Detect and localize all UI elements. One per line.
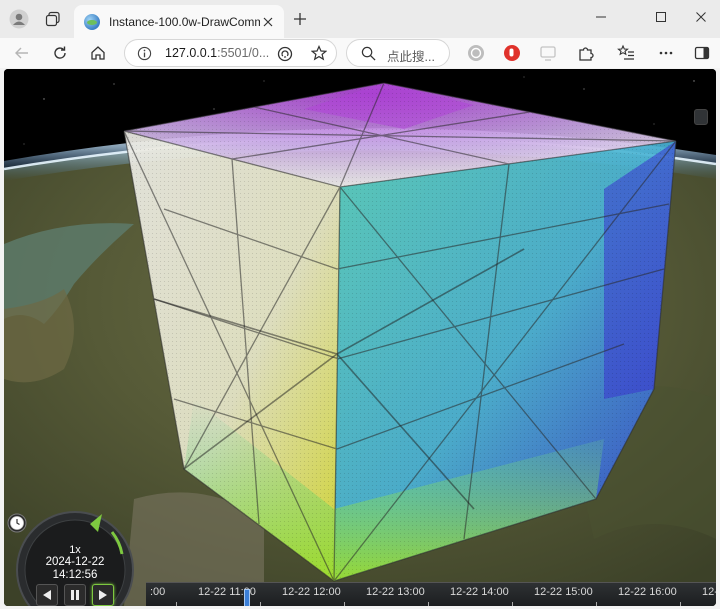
address-bar[interactable]: 127.0.0.1:5501/0... [124,39,337,67]
profile-button[interactable] [6,6,32,32]
arrow-left-icon [15,47,28,59]
workspaces-button[interactable] [40,6,66,32]
minimize-button[interactable] [578,0,624,34]
timeline-label: 12-22 13:00 [366,586,425,598]
info-icon [137,46,152,61]
viewer-corner-button[interactable] [694,109,708,125]
pause-icon [71,590,79,600]
extension-circle-icon [468,45,484,61]
pause-button[interactable] [64,584,86,606]
extension-red-button[interactable] [498,39,526,67]
play-reverse-button[interactable] [36,584,58,606]
timeline-label: 12-2 [702,586,716,598]
close-icon [263,17,273,26]
timeline-tick [344,602,345,606]
adblock-icon [504,45,520,61]
translate-icon [540,46,556,61]
extension-grey-button[interactable] [462,39,490,67]
home-button[interactable] [84,39,112,67]
timeline-label: 12-22 15:00 [534,586,593,598]
profile-icon [9,9,29,29]
play-reverse-icon [43,590,51,600]
active-tab[interactable]: Instance-100.0w-DrawCommand [74,5,284,38]
sidebar-icon [694,46,710,60]
sidebar-toggle-button[interactable] [688,39,716,67]
favorites-list-icon [617,44,634,60]
cesium-favicon-icon [84,13,100,30]
address-host: 127.0.0.1 [165,46,218,60]
animation-time: 14:12:56 [52,569,98,581]
timeline[interactable]: :00 12-22 11:00 12-22 12:00 12-22 13:00 … [146,582,716,606]
clock-icon[interactable] [9,515,25,531]
refresh-icon [54,46,66,59]
extensions-button[interactable] [572,39,600,67]
tab-title: Instance-100.0w-DrawCommand [109,14,260,29]
close-icon [696,12,706,22]
home-icon [91,46,105,60]
back-button[interactable] [8,39,36,67]
favorite-star-icon[interactable] [311,45,327,61]
animation-speed: 1x [69,544,81,556]
timeline-label: 12-22 12:00 [282,586,341,598]
timeline-tick [596,602,597,606]
new-tab-button[interactable] [288,7,312,31]
timeline-label: 12-22 16:00 [618,586,677,598]
extension-translate-button[interactable] [534,39,562,67]
tab-strip: Instance-100.0w-DrawCommand [0,0,720,38]
search-box[interactable]: 点此搜... [346,39,450,67]
address-text: 127.0.0.1:5501/0... [165,46,269,60]
puzzle-icon [579,47,594,61]
timeline-tick [680,602,681,606]
timeline-tick [260,602,261,606]
timeline-tick [176,602,177,606]
more-menu-button[interactable] [652,39,680,67]
search-placeholder: 点此搜... [387,50,435,64]
timeline-tick [428,602,429,606]
read-aloud-icon[interactable] [277,46,293,62]
search-icon [361,46,376,61]
more-dots-icon [659,51,673,55]
maximize-icon [656,12,666,22]
favorites-button[interactable] [612,39,640,67]
plus-icon [294,13,306,25]
minimize-icon [596,16,606,18]
refresh-button[interactable] [46,39,74,67]
timeline-needle[interactable] [244,589,250,606]
timeline-tick [512,602,513,606]
cesium-viewport[interactable]: 1x 2024-12-22 14:12:56 :00 12-22 11:00 1… [4,69,716,606]
close-window-button[interactable] [678,0,720,34]
timeline-label: :00 [150,586,166,598]
play-icon [99,590,107,600]
address-path: :5501/0... [217,46,270,60]
timeline-label: 12-22 14:00 [450,586,509,598]
browser-toolbar: 127.0.0.1:5501/0... 点此搜... [0,38,720,68]
play-forward-button[interactable] [92,584,114,606]
tab-actions-icon [45,11,60,27]
animation-date: 2024-12-22 [45,556,105,568]
animation-widget[interactable]: 1x 2024-12-22 14:12:56 [4,510,154,606]
tab-close-button[interactable] [260,14,276,30]
